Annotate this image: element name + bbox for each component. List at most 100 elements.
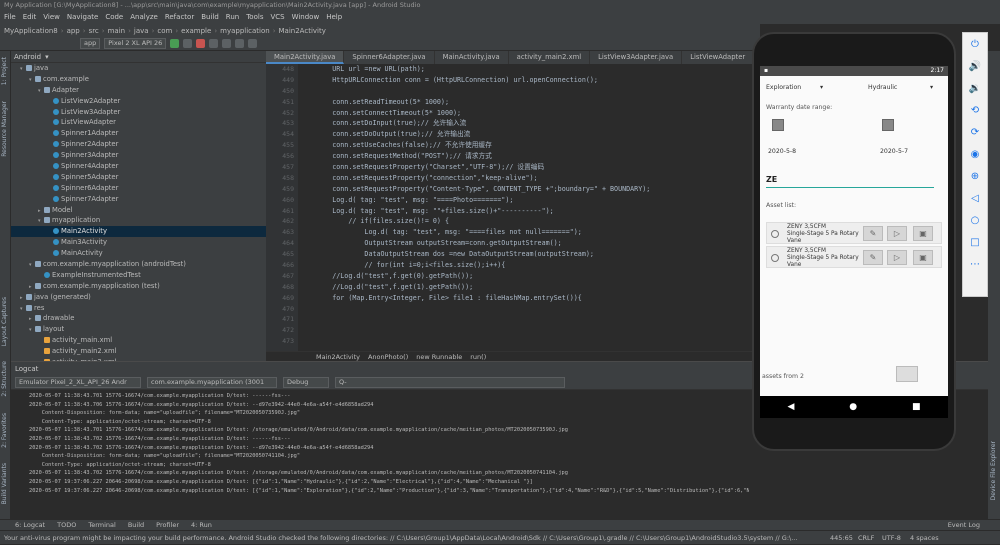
- screenshot-icon[interactable]: ◉: [963, 143, 987, 165]
- sdk-manager-icon[interactable]: [235, 39, 245, 48]
- logcat-search-input[interactable]: Q-: [335, 376, 565, 388]
- resource-manager-tab[interactable]: Resource Manager: [1, 101, 8, 157]
- menu-item[interactable]: VCS: [270, 11, 284, 24]
- gallery-icon[interactable]: ▣: [913, 250, 933, 265]
- breadcrumb-item[interactable]: MyApplication8: [4, 27, 58, 35]
- project-view-select[interactable]: Android: [14, 53, 41, 61]
- event-log-tab[interactable]: Event Log: [948, 520, 980, 530]
- date-from-picker-icon[interactable]: [772, 119, 784, 131]
- editor-breadcrumb-item[interactable]: Main2Activity: [316, 352, 360, 361]
- chevron-down-icon[interactable]: ▾: [820, 84, 823, 91]
- run-icon[interactable]: [170, 39, 180, 48]
- file-encoding[interactable]: UTF-8: [882, 531, 901, 545]
- rotate-right-icon[interactable]: ⟳: [963, 121, 987, 143]
- tree-item[interactable]: Spinner3Adapter: [11, 150, 266, 161]
- status-message[interactable]: Your anti-virus program might be impacti…: [4, 531, 824, 545]
- logcat-level-select[interactable]: Debug: [283, 376, 329, 388]
- send-icon[interactable]: ▷: [887, 250, 907, 265]
- stop-icon[interactable]: [196, 39, 206, 48]
- volume-up-icon[interactable]: 🔊: [963, 55, 987, 77]
- tree-item[interactable]: ▸ java (generated): [11, 292, 266, 303]
- radio-button[interactable]: [771, 254, 779, 262]
- tree-item[interactable]: ▾ com.example.myapplication (androidTest): [11, 259, 266, 270]
- back-icon[interactable]: ◀: [787, 402, 794, 412]
- asset-list-item[interactable]: ZENY 3,5CFM Single-Stage 5 Pa Rotary Vane ✎…: [766, 246, 942, 268]
- type-spinner[interactable]: Hydraulic: [868, 84, 897, 91]
- date-to[interactable]: 2020-5-7: [880, 148, 908, 155]
- logcat-output[interactable]: 2020-05-07 11:38:43.701 15776-16674/com.…: [29, 392, 749, 495]
- edit-icon[interactable]: ✎: [863, 250, 883, 265]
- tree-item[interactable]: ▾ myapplication: [11, 215, 266, 226]
- menu-item[interactable]: Edit: [23, 11, 37, 24]
- tree-item[interactable]: Spinner6Adapter: [11, 183, 266, 194]
- tree-item[interactable]: ListViewAdapter: [11, 117, 266, 128]
- menu-item[interactable]: Analyze: [130, 11, 158, 24]
- bottom-tab[interactable]: 4: Run: [191, 520, 212, 530]
- breadcrumb-item[interactable]: example: [181, 27, 211, 35]
- menu-item[interactable]: Tools: [246, 11, 263, 24]
- emulator-screen[interactable]: ▪ 2:17 Exploration ▾ Hydraulic ▾ Warrant…: [760, 66, 948, 418]
- menu-item[interactable]: Refactor: [165, 11, 194, 24]
- tree-item[interactable]: Spinner1Adapter: [11, 128, 266, 139]
- date-to-picker-icon[interactable]: [882, 119, 894, 131]
- menu-item[interactable]: Navigate: [67, 11, 98, 24]
- tree-item[interactable]: MainActivity: [11, 248, 266, 259]
- chevron-down-icon[interactable]: ▾: [45, 53, 49, 61]
- tree-item[interactable]: ▸ Model: [11, 205, 266, 216]
- tree-item[interactable]: ▾ res: [11, 303, 266, 314]
- tree-item[interactable]: Spinner4Adapter: [11, 161, 266, 172]
- tree-item[interactable]: Main3Activity: [11, 237, 266, 248]
- category-spinner[interactable]: Exploration: [766, 84, 801, 91]
- sync-icon[interactable]: [209, 39, 219, 48]
- bottom-tab[interactable]: Profiler: [156, 520, 179, 530]
- asset-list-item[interactable]: ZENY 3,5CFM Single-Stage 5 Pa Rotary Vane ✎…: [766, 222, 942, 244]
- date-from[interactable]: 2020-5-8: [768, 148, 796, 155]
- asset-search-input[interactable]: ZE: [766, 175, 934, 188]
- bottom-tab[interactable]: Terminal: [88, 520, 115, 530]
- run-config-select[interactable]: app: [80, 38, 101, 49]
- project-tool-tab[interactable]: 1: Project: [1, 57, 8, 85]
- device-select[interactable]: Pixel 2 XL API 26: [104, 38, 167, 49]
- avd-manager-icon[interactable]: [222, 39, 232, 48]
- editor-tab[interactable]: activity_main2.xml: [509, 51, 591, 64]
- tree-item[interactable]: ▾ com.example: [11, 74, 266, 85]
- favorites-tab[interactable]: 2: Favorites: [1, 413, 8, 448]
- breadcrumb-item[interactable]: main: [108, 27, 126, 35]
- zoom-icon[interactable]: ⊕: [963, 165, 987, 187]
- tree-item[interactable]: activity_main.xml: [11, 335, 266, 346]
- breadcrumb-item[interactable]: myapplication: [220, 27, 270, 35]
- tree-item[interactable]: ▸ drawable: [11, 313, 266, 324]
- logcat-process-select[interactable]: com.example.myapplication (3001: [147, 376, 277, 388]
- menu-item[interactable]: Help: [326, 11, 342, 24]
- editor-tab[interactable]: MainActivity.java: [435, 51, 509, 64]
- cursor-position[interactable]: 445:65: [830, 531, 853, 545]
- menu-item[interactable]: Window: [292, 11, 320, 24]
- structure-tab[interactable]: 2: Structure: [1, 361, 8, 397]
- line-separator[interactable]: CRLF: [858, 531, 874, 545]
- tree-item[interactable]: ListView2Adapter: [11, 96, 266, 107]
- tree-item[interactable]: ListView3Adapter: [11, 107, 266, 118]
- editor-tab[interactable]: Spinner6Adapter.java: [344, 51, 435, 64]
- send-icon[interactable]: ▷: [887, 226, 907, 241]
- chevron-down-icon[interactable]: ▾: [930, 84, 933, 91]
- logcat-device-select[interactable]: Emulator Pixel_2_XL_API_26 Andr: [15, 376, 141, 388]
- power-icon[interactable]: ⏻: [963, 33, 987, 55]
- breadcrumb-item[interactable]: java: [134, 27, 149, 35]
- radio-button[interactable]: [771, 230, 779, 238]
- breadcrumb-item[interactable]: src: [89, 27, 99, 35]
- editor-tab[interactable]: ListView3Adapter.java: [590, 51, 683, 64]
- editor-breadcrumb-item[interactable]: AnonPhoto(): [368, 352, 408, 361]
- editor-tab[interactable]: Main2Activity.java: [266, 51, 345, 64]
- home-icon[interactable]: ○: [963, 209, 987, 231]
- menu-item[interactable]: View: [43, 11, 60, 24]
- code-area[interactable]: URL url =new URL(path); HttpURLConnectio…: [300, 64, 740, 351]
- debug-icon[interactable]: [183, 39, 193, 48]
- tree-item[interactable]: Spinner5Adapter: [11, 172, 266, 183]
- edit-icon[interactable]: ✎: [863, 226, 883, 241]
- menu-item[interactable]: Code: [105, 11, 123, 24]
- camera-button[interactable]: [896, 366, 918, 382]
- tree-item[interactable]: Spinner7Adapter: [11, 194, 266, 205]
- device-file-explorer-tab[interactable]: Device File Explorer: [990, 441, 997, 500]
- editor-breadcrumb-item[interactable]: new Runnable: [416, 352, 462, 361]
- volume-down-icon[interactable]: 🔉: [963, 77, 987, 99]
